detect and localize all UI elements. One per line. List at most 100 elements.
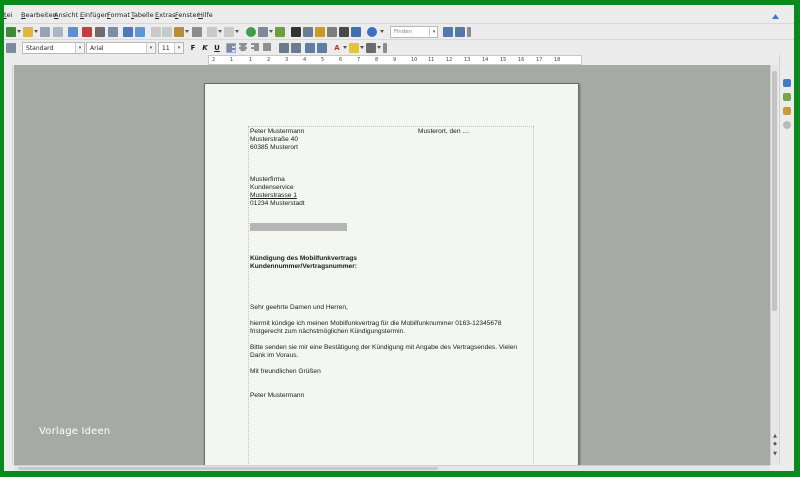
menu-tools[interactable]: Extras: [155, 11, 176, 19]
bullets-icon[interactable]: [291, 43, 301, 53]
ruler-tick: 4: [303, 57, 307, 63]
find-dropdown-icon[interactable]: ▾: [429, 26, 438, 38]
highlight-dropdown-icon[interactable]: [360, 46, 364, 49]
undo-icon[interactable]: [207, 27, 217, 37]
hyperlink-icon[interactable]: [246, 27, 256, 37]
menu-table[interactable]: Tabelle: [131, 11, 154, 19]
chevron-down-icon[interactable]: ▾: [146, 43, 155, 53]
chevron-down-icon[interactable]: ▾: [75, 43, 84, 53]
vertical-scroll-thumb[interactable]: [772, 71, 777, 311]
save-icon[interactable]: [40, 27, 50, 37]
menu-window[interactable]: Fenster: [175, 11, 199, 19]
menu-format[interactable]: Format: [107, 11, 130, 19]
font-name-select[interactable]: Arial ▾: [86, 42, 156, 54]
paste-icon[interactable]: [174, 27, 184, 37]
clone-formatting-icon[interactable]: [192, 27, 202, 37]
ruler-tick: 16: [518, 57, 525, 63]
navigator-sidebar-icon[interactable]: [783, 121, 791, 129]
autocheck-icon[interactable]: [135, 27, 145, 37]
formatting-marks-icon[interactable]: [339, 27, 349, 37]
background-dropdown-icon[interactable]: [377, 46, 381, 49]
new-document-icon[interactable]: [6, 27, 16, 37]
background-color-icon[interactable]: [366, 43, 376, 53]
redo-icon[interactable]: [224, 27, 234, 37]
navigator-icon[interactable]: [303, 27, 313, 37]
find-replace-icon[interactable]: [291, 27, 301, 37]
gallery-sidebar-icon[interactable]: [783, 107, 791, 115]
gallery-icon[interactable]: [315, 27, 325, 37]
decrease-indent-icon[interactable]: [305, 43, 315, 53]
align-left-button[interactable]: [226, 43, 236, 53]
chevron-down-icon[interactable]: ▾: [174, 43, 183, 53]
ruler-tick: 12: [446, 57, 453, 63]
show-draw-functions-icon[interactable]: [275, 27, 285, 37]
align-right-icon: [251, 43, 259, 51]
help-icon[interactable]: [367, 27, 377, 37]
properties-icon[interactable]: [783, 79, 791, 87]
body-paragraph-2: Bitte senden sie mir eine Bestätigung de…: [250, 344, 518, 351]
open-folder-icon[interactable]: [23, 27, 33, 37]
undo-dropdown-icon[interactable]: [218, 30, 222, 33]
menu-edit[interactable]: Bearbeiten: [21, 11, 57, 19]
subject-line: Kündigung des Mobilfunkvertrags: [250, 255, 357, 262]
new-dropdown-icon[interactable]: [17, 30, 21, 33]
help-dropdown-icon[interactable]: [380, 30, 384, 33]
toolbar-overflow-icon[interactable]: [467, 27, 471, 37]
horizontal-ruler[interactable]: 2 1 1 2 3 4 5 6 7 8 9 10 11 12 13 14 15 …: [208, 55, 582, 65]
font-color-icon[interactable]: A: [332, 43, 342, 53]
menu-help[interactable]: Hilfe: [198, 11, 213, 19]
align-left-icon: [227, 44, 235, 52]
vertical-scrollbar[interactable]: ▲ ◆ ▼: [770, 65, 778, 465]
copy-icon[interactable]: [162, 27, 172, 37]
document-page[interactable]: Peter Mustermann Musterort, den .... Mus…: [204, 83, 579, 471]
cut-icon[interactable]: [151, 27, 161, 37]
recipient-company: Musterfirma: [250, 176, 285, 183]
align-center-button[interactable]: [238, 43, 248, 53]
increase-indent-icon[interactable]: [317, 43, 327, 53]
menu-file[interactable]: tei: [4, 11, 12, 19]
scroll-down-icon[interactable]: ▼: [771, 451, 779, 457]
ruler-tick: 18: [554, 57, 561, 63]
menu-insert[interactable]: Einfügen: [80, 11, 109, 19]
close-document-icon[interactable]: [771, 12, 780, 21]
font-color-dropdown-icon[interactable]: [343, 46, 347, 49]
align-right-button[interactable]: [250, 43, 260, 53]
styles-icon[interactable]: [783, 93, 791, 101]
ruler-tick: 17: [536, 57, 543, 63]
email-icon[interactable]: [53, 27, 63, 37]
toolbar-overflow-icon[interactable]: [383, 43, 387, 53]
document-workspace[interactable]: Peter Mustermann Musterort, den .... Mus…: [14, 65, 770, 471]
ruler-tick: 2: [267, 57, 271, 63]
scroll-up-icon[interactable]: ▲: [771, 433, 779, 439]
spellcheck-icon[interactable]: [123, 27, 133, 37]
font-size-select[interactable]: 11 ▾: [158, 42, 184, 54]
open-dropdown-icon[interactable]: [34, 30, 38, 33]
data-sources-icon[interactable]: [327, 27, 337, 37]
italic-button[interactable]: K: [200, 43, 210, 53]
horizontal-scroll-thumb[interactable]: [18, 467, 438, 470]
zoom-icon[interactable]: [351, 27, 361, 37]
signature: Peter Mustermann: [250, 392, 305, 399]
paragraph-style-select[interactable]: Standard ▾: [22, 42, 85, 54]
table-dropdown-icon[interactable]: [269, 30, 273, 33]
paste-dropdown-icon[interactable]: [185, 30, 189, 33]
numbering-icon[interactable]: [279, 43, 289, 53]
underline-button[interactable]: U: [212, 43, 222, 53]
table-icon[interactable]: [258, 27, 268, 37]
export-pdf-icon[interactable]: [82, 27, 92, 37]
horizontal-scrollbar[interactable]: [14, 465, 770, 471]
bold-button[interactable]: F: [188, 43, 198, 53]
ruler-tick: 2: [212, 57, 216, 63]
find-previous-icon[interactable]: [455, 27, 465, 37]
print-icon[interactable]: [95, 27, 105, 37]
styles-formatting-icon[interactable]: [6, 43, 16, 53]
edit-mode-icon[interactable]: [68, 27, 78, 37]
highlight-icon[interactable]: [349, 43, 359, 53]
redo-dropdown-icon[interactable]: [235, 30, 239, 33]
menu-view[interactable]: Ansicht: [54, 11, 78, 19]
justify-button[interactable]: [262, 43, 272, 53]
find-next-icon[interactable]: [443, 27, 453, 37]
previous-page-icon[interactable]: ◆: [771, 441, 779, 447]
page-preview-icon[interactable]: [108, 27, 118, 37]
sidebar: [779, 55, 794, 465]
